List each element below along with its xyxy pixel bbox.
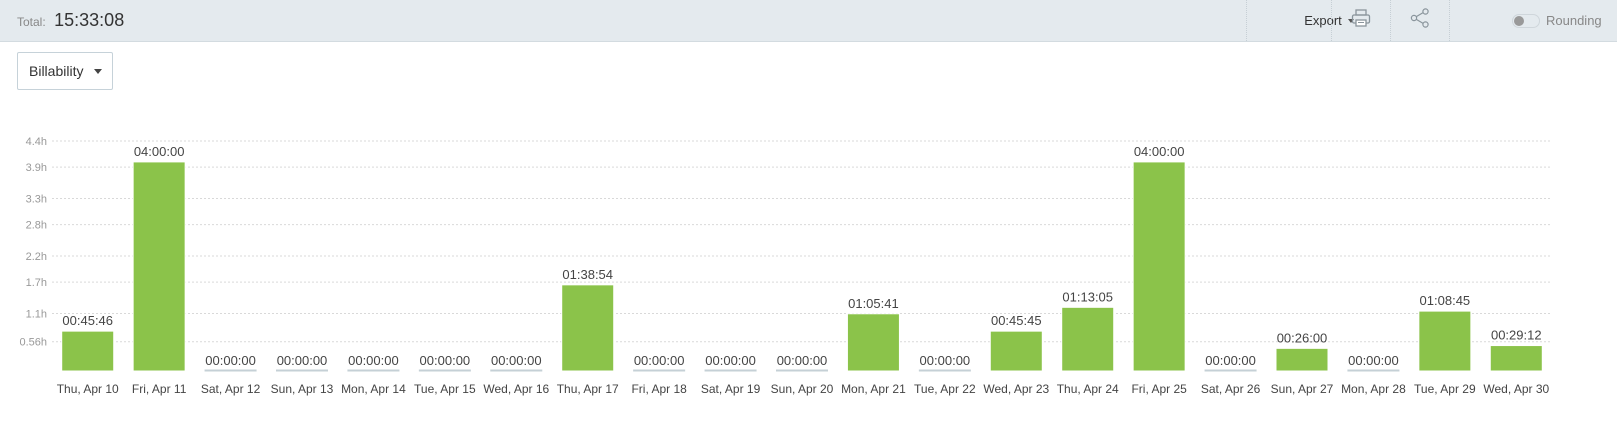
bar[interactable] xyxy=(1418,310,1472,372)
bar[interactable] xyxy=(1204,369,1257,372)
x-category-label: Sun, Apr 27 xyxy=(1271,382,1334,396)
bar[interactable] xyxy=(418,369,471,372)
toolbar-divider xyxy=(1246,0,1248,41)
x-category-label: Mon, Apr 28 xyxy=(1341,382,1406,396)
bar[interactable] xyxy=(918,369,971,372)
print-icon xyxy=(1351,8,1371,33)
x-category-label: Tue, Apr 22 xyxy=(914,382,976,396)
x-category-label: Thu, Apr 24 xyxy=(1057,382,1119,396)
bar-value-label: 01:08:45 xyxy=(1420,293,1471,308)
bar[interactable] xyxy=(347,369,400,372)
bar-value-label: 00:29:12 xyxy=(1491,328,1542,343)
x-category-label: Tue, Apr 29 xyxy=(1414,382,1476,396)
bar-value-label: 00:00:00 xyxy=(920,353,971,368)
x-category-label: Mon, Apr 14 xyxy=(341,382,406,396)
x-category-label: Sun, Apr 20 xyxy=(771,382,834,396)
toggle-knob xyxy=(1514,15,1524,26)
bar-value-label: 00:00:00 xyxy=(777,353,828,368)
print-button[interactable] xyxy=(1332,0,1390,41)
rounding-toggle[interactable]: Rounding xyxy=(1512,0,1602,41)
toggle-switch[interactable] xyxy=(1512,13,1540,28)
bar-value-label: 00:45:45 xyxy=(991,313,1042,328)
grid-lines xyxy=(52,140,1552,343)
bar[interactable] xyxy=(704,369,757,372)
x-category-label: Sat, Apr 26 xyxy=(1201,382,1261,396)
bar-value-label: 00:00:00 xyxy=(420,353,471,368)
bar-value-label: 01:05:41 xyxy=(848,296,899,311)
y-tick-label: 2.2h xyxy=(26,251,47,263)
y-tick-label: 4.4h xyxy=(26,136,47,148)
bar-value-label: 00:00:00 xyxy=(1348,353,1399,368)
bar[interactable] xyxy=(132,161,186,372)
bar[interactable] xyxy=(1275,347,1329,372)
x-category-label: Thu, Apr 10 xyxy=(57,382,119,396)
bar[interactable] xyxy=(776,369,828,372)
bar-value-label: 04:00:00 xyxy=(134,144,185,159)
total-display: Total: 15:33:08 xyxy=(17,10,124,31)
report-toolbar: Total: 15:33:08 Export Rounding xyxy=(0,0,1617,42)
bar[interactable] xyxy=(61,330,115,372)
group-by-dropdown[interactable]: Billability xyxy=(17,52,113,90)
x-category-label: Sat, Apr 19 xyxy=(701,382,761,396)
y-axis-ticks: 0.56h 1.1h 1.7h 2.2h 2.8h 3.3h 3.9h 4.4h xyxy=(19,136,47,349)
bar[interactable] xyxy=(989,330,1043,372)
bar-value-label: 00:00:00 xyxy=(1205,353,1256,368)
y-tick-label: 3.3h xyxy=(26,194,47,206)
x-category-label: Fri, Apr 25 xyxy=(1131,382,1187,396)
x-category-label: Wed, Apr 30 xyxy=(1483,382,1549,396)
share-icon xyxy=(1409,7,1431,34)
bar[interactable] xyxy=(1347,369,1400,372)
bar[interactable] xyxy=(633,369,686,372)
bar-value-label: 00:26:00 xyxy=(1277,330,1328,345)
y-tick-label: 2.8h xyxy=(26,220,47,232)
bar[interactable] xyxy=(276,369,328,372)
bar-value-label: 00:00:00 xyxy=(277,353,328,368)
billability-bar-chart: 0.56h 1.1h 1.7h 2.2h 2.8h 3.3h 3.9h 4.4h 00:45:… xyxy=(19,136,1552,396)
rounding-label: Rounding xyxy=(1546,13,1602,28)
bar[interactable] xyxy=(490,369,543,372)
bar[interactable] xyxy=(1132,161,1186,372)
x-category-label: Fri, Apr 18 xyxy=(631,382,687,396)
bar-value-label: 00:00:00 xyxy=(634,353,685,368)
group-by-value: Billability xyxy=(29,63,84,79)
y-tick-label: 0.56h xyxy=(19,337,47,349)
x-category-label: Mon, Apr 21 xyxy=(841,382,906,396)
bar-value-label: 04:00:00 xyxy=(1134,144,1185,159)
total-value: 15:33:08 xyxy=(54,10,125,30)
x-category-label: Wed, Apr 23 xyxy=(983,382,1049,396)
bar[interactable] xyxy=(561,284,615,372)
x-category-label: Thu, Apr 17 xyxy=(557,382,619,396)
x-category-label: Tue, Apr 15 xyxy=(414,382,476,396)
bar-value-label: 00:45:46 xyxy=(62,313,113,328)
bar-value-label: 00:00:00 xyxy=(491,353,542,368)
y-tick-label: 1.7h xyxy=(26,277,47,289)
bar-value-label: 01:38:54 xyxy=(562,267,613,282)
x-category-label: Sat, Apr 12 xyxy=(201,382,261,396)
total-label: Total: xyxy=(17,15,46,29)
bar[interactable] xyxy=(1061,306,1115,372)
bar-value-label: 01:13:05 xyxy=(1062,289,1113,304)
toolbar-divider xyxy=(1449,0,1451,41)
x-category-label: Sun, Apr 13 xyxy=(271,382,334,396)
bar-value-label: 00:00:00 xyxy=(348,353,399,368)
bar-value-label: 00:00:00 xyxy=(205,353,256,368)
x-axis-labels: Thu, Apr 10 Fri, Apr 11 Sat, Apr 12 Sun, Ap… xyxy=(57,382,1550,396)
bar[interactable] xyxy=(846,313,900,372)
y-tick-label: 1.1h xyxy=(26,309,47,321)
chevron-down-icon xyxy=(94,69,102,74)
x-category-label: Fri, Apr 11 xyxy=(132,382,187,396)
x-category-label: Wed, Apr 16 xyxy=(483,382,549,396)
bar[interactable] xyxy=(1489,345,1543,372)
bar[interactable] xyxy=(204,369,257,372)
bar-value-label: 00:00:00 xyxy=(705,353,756,368)
share-button[interactable] xyxy=(1391,0,1449,41)
y-tick-label: 3.9h xyxy=(26,162,47,174)
